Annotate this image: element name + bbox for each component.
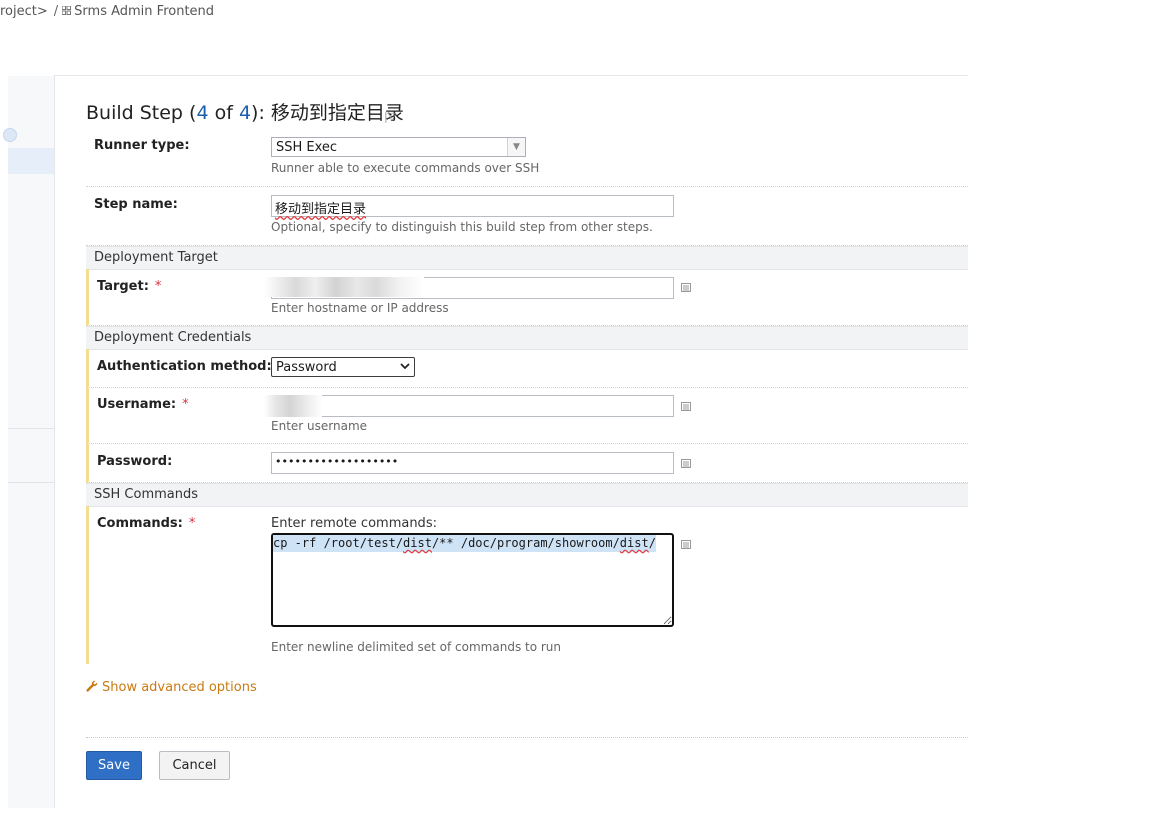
build-config-icon [62,6,72,15]
parameter-reference-icon[interactable] [681,540,691,549]
auth-method-value: Password [276,360,337,375]
sidebar [3,76,55,808]
parameter-reference-icon[interactable] [681,283,691,292]
sidebar-divider [8,428,54,429]
breadcrumb-separator: / [53,4,59,19]
section-ssh-commands: SSH Commands [86,483,968,507]
auth-method-select[interactable]: Password [271,357,415,377]
target-hint: Enter hostname or IP address [271,301,449,315]
runner-type-select[interactable]: SSH Exec ▼ [271,137,526,157]
wrench-icon [86,680,98,692]
password-label: Password: [97,454,173,469]
cancel-button[interactable]: Cancel [159,751,230,780]
step-name-row: Step name: 移动到指定目录 Optional, specify to … [86,187,968,246]
step-name-hint: Optional, specify to distinguish this bu… [271,220,653,234]
runner-type-row: Runner type: SSH Exec ▼ Runner able to e… [86,128,968,187]
show-advanced-options-link[interactable]: Show advanced options [86,680,257,695]
username-input[interactable] [271,395,674,417]
commands-row: Commands: * Enter remote commands: cp -rf… [86,506,968,664]
section-deployment-target: Deployment Target [86,246,968,270]
parameter-reference-icon[interactable] [681,402,691,411]
commands-prompt: Enter remote commands: [271,516,437,531]
redacted-username [264,395,322,417]
breadcrumb-config-link[interactable]: Srms Admin Frontend [74,4,214,19]
sidebar-divider [8,482,54,483]
footer-divider [86,737,968,738]
username-hint: Enter username [271,419,368,433]
runner-type-value: SSH Exec [276,140,338,155]
runner-type-label: Runner type: [94,138,190,153]
commands-hint: Enter newline delimited set of commands … [271,640,562,654]
parameter-reference-icon[interactable] [681,459,691,468]
auth-method-row: Authentication method: Password [86,349,968,388]
username-row: Username: * Enter username [86,388,968,444]
step-name-input-wrap: 移动到指定目录 [271,195,674,217]
content-top-divider [54,75,968,76]
sidebar-item-active[interactable] [8,148,54,174]
target-row: Target: * Enter hostname or IP address [86,269,968,326]
step-menu-chevron-icon[interactable]: |▽ [384,110,396,123]
commands-label: Commands: * [97,516,196,531]
password-input-wrap: ••••••••••••••••••• [271,452,674,474]
sidebar-toggle-icon[interactable] [3,128,17,142]
breadcrumb-project-link[interactable]: roject> [0,4,48,19]
runner-type-hint: Runner able to execute commands over SSH [271,161,540,175]
username-input-wrap [271,395,674,417]
step-current-number[interactable]: 4 [196,102,208,124]
required-marker: * [182,397,189,412]
step-name-label: Step name: [94,197,178,212]
redacted-hostname [264,277,424,297]
commands-textarea[interactable] [271,533,674,627]
password-input[interactable]: ••••••••••••••••••• [271,452,674,474]
chevron-down-icon[interactable] [400,362,410,370]
username-label: Username: * [97,397,189,412]
auth-method-label: Authentication method: [97,359,272,374]
breadcrumb: roject> / Srms Admin Frontend [0,4,214,22]
required-marker: * [154,279,162,294]
step-total-number[interactable]: 4 [239,102,251,124]
password-row: Password: ••••••••••••••••••• [86,444,968,483]
target-label: Target: * [97,279,162,294]
step-name-input[interactable]: 移动到指定目录 [271,195,674,217]
required-marker: * [188,516,196,531]
page-title: Build Step (4 of 4): 移动到指定目录 [86,102,404,124]
section-deployment-credentials: Deployment Credentials [86,326,968,350]
chevron-down-icon[interactable]: ▼ [507,138,525,156]
save-button[interactable]: Save [86,751,142,780]
